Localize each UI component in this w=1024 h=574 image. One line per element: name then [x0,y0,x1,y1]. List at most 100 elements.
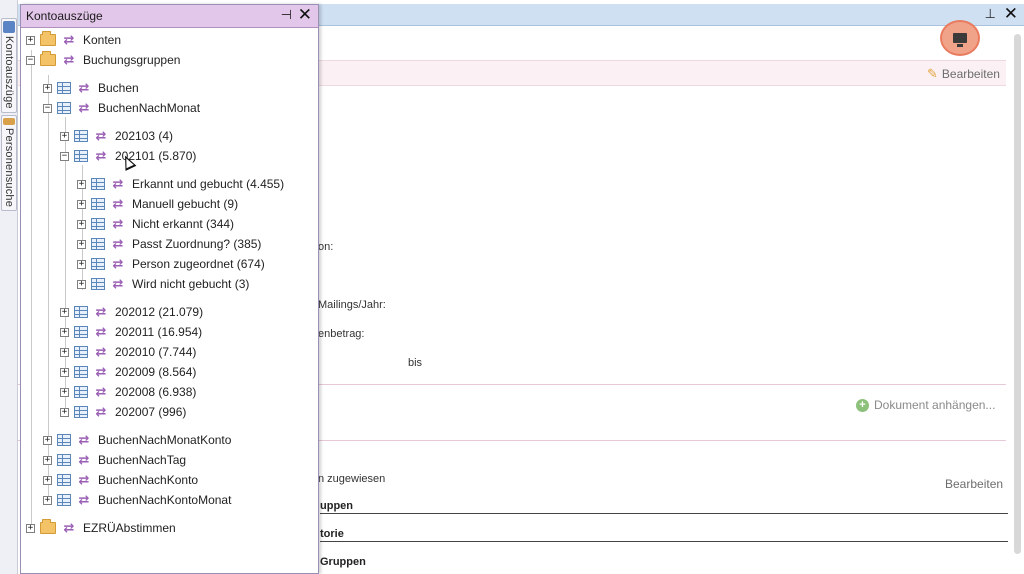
expand-icon[interactable]: + [77,239,86,249]
pin-icon[interactable]: ⊥ [985,6,996,22]
sync-icon: ⇄ [78,472,90,487]
expand-icon[interactable]: + [43,455,52,465]
sync-icon: ⇄ [78,452,90,467]
tree-label: Buchungsgruppen [83,53,181,67]
tree-node-passt-zuordnung[interactable]: + ⇄ Passt Zuordnung? (385) [77,235,261,253]
sync-icon: ⇄ [95,148,107,163]
expand-icon[interactable]: + [60,407,69,417]
section-gruppen-partial: uppen [320,500,353,512]
sync-icon: ⇄ [95,384,107,399]
tree-node-202009[interactable]: + ⇄ 202009 (8.564) [60,363,196,381]
sync-icon: ⇄ [63,32,75,47]
grid-icon [91,198,105,210]
tree-label: 202007 (996) [115,405,187,419]
pencil-icon: ✎ [927,66,938,81]
dock-strip: Kontoauszüge Personensuche [0,0,18,574]
collapse-icon[interactable]: − [26,55,35,65]
tree-label: Erkannt und gebucht (4.455) [132,177,285,191]
expand-icon[interactable]: + [26,35,35,45]
tree-node-202007[interactable]: + ⇄ 202007 (996) [60,403,186,421]
tree-node-buchen-nach-konto-monat[interactable]: + ⇄ BuchenNachKontoMonat [43,491,231,509]
expand-icon[interactable]: + [43,435,52,445]
sync-icon: ⇄ [112,196,124,211]
close-icon[interactable]: ✕ [298,5,312,25]
dock-tab-personensuche[interactable]: Personensuche [1,115,17,211]
panel-title: Kontoauszüge [26,9,103,23]
tree-label: Person zugeordnet (674) [132,257,265,271]
close-icon[interactable]: ✕ [1004,4,1018,24]
grid-icon [57,102,71,114]
tree-node-buchen-nach-monat-konto[interactable]: + ⇄ BuchenNachMonatKonto [43,431,231,449]
expand-icon[interactable]: + [60,347,69,357]
pin-icon[interactable]: ⊣ [281,7,292,23]
tree-node-202103[interactable]: + ⇄ 202103 (4) [60,127,173,145]
monitor-icon [953,33,967,47]
expand-icon[interactable]: + [26,523,35,533]
dock-tab-kontoauszuege[interactable]: Kontoauszüge [1,18,17,113]
grid-icon [91,278,105,290]
grid-icon [74,150,88,162]
tree-node-buchen-nach-konto[interactable]: + ⇄ BuchenNachKonto [43,471,198,489]
tree-node-202011[interactable]: + ⇄ 202011 (16.954) [60,323,202,341]
tree-node-buchen-nach-monat[interactable]: − ⇄ BuchenNachMonat [43,99,200,117]
grid-icon [74,130,88,142]
record-button[interactable] [940,20,980,56]
person-search-icon [3,118,15,125]
tree-label: Manuell gebucht (9) [132,197,239,211]
attach-document-link[interactable]: + Dokument anhängen... [856,398,995,412]
edit-label: Bearbeiten [941,67,1000,81]
grid-icon [57,454,71,466]
collapse-icon[interactable]: − [60,151,69,161]
folder-icon [40,519,56,534]
expand-icon[interactable]: + [77,259,86,269]
expand-icon[interactable]: + [77,199,86,209]
expand-icon[interactable]: + [77,219,86,229]
tree-label: BuchenNachMonat [98,101,201,115]
expand-icon[interactable]: + [43,495,52,505]
sync-icon: ⇄ [95,344,107,359]
tree-node-nicht-erkannt[interactable]: + ⇄ Nicht erkannt (344) [77,215,234,233]
tree-node-ezru-abstimmen[interactable]: + ⇄ EZRÜAbstimmen [26,519,176,537]
tree-label: Passt Zuordnung? (385) [132,237,262,251]
field-label-on: on: [318,241,334,253]
grid-icon [57,474,71,486]
expand-icon[interactable]: + [43,83,52,93]
dock-tab-label: Kontoauszüge [3,36,15,109]
tree-node-202010[interactable]: + ⇄ 202010 (7.744) [60,343,196,361]
expand-icon[interactable]: + [77,279,86,289]
tree-node-wird-nicht-gebucht[interactable]: + ⇄ Wird nicht gebucht (3) [77,275,249,293]
expand-icon[interactable]: + [60,367,69,377]
field-label-betrag: enbetrag: [318,328,365,340]
tree-node-konten[interactable]: + ⇄ Konten [26,31,121,49]
grid-icon [91,218,105,230]
expand-icon[interactable]: + [77,179,86,189]
grid-icon [57,82,71,94]
scrollbar-thumb[interactable] [1014,34,1021,554]
edit-link-top[interactable]: ✎ Bearbeiten [927,66,1000,82]
sync-icon: ⇄ [112,276,124,291]
expand-icon[interactable]: + [60,387,69,397]
sync-icon: ⇄ [112,176,124,191]
sync-icon: ⇄ [95,324,107,339]
edit-link-bottom[interactable]: Bearbeiten [945,477,1003,491]
tree-node-buchen[interactable]: + ⇄ Buchen [43,79,139,97]
grid-icon [74,406,88,418]
panel-header: Kontoauszüge ⊣ ✕ [21,5,318,28]
expand-icon[interactable]: + [43,475,52,485]
tree-label: Buchen [98,81,139,95]
tree-label: BuchenNachKontoMonat [98,493,232,507]
tree-node-buchen-nach-tag[interactable]: + ⇄ BuchenNachTag [43,451,186,469]
tree-node-buchungsgruppen[interactable]: − ⇄ Buchungsgruppen [26,51,180,69]
tree-node-erkannt[interactable]: + ⇄ Erkannt und gebucht (4.455) [77,175,284,193]
section-gruppen: Gruppen [320,556,366,568]
expand-icon[interactable]: + [60,307,69,317]
sync-icon: ⇄ [78,492,90,507]
expand-icon[interactable]: + [60,131,69,141]
vertical-scrollbar[interactable] [1014,34,1022,554]
collapse-icon[interactable]: − [43,103,52,113]
tree-node-202012[interactable]: + ⇄ 202012 (21.079) [60,303,203,321]
expand-icon[interactable]: + [60,327,69,337]
tree-node-202008[interactable]: + ⇄ 202008 (6.938) [60,383,196,401]
tree-node-manuell[interactable]: + ⇄ Manuell gebucht (9) [77,195,238,213]
tree-node-person-zugeordnet[interactable]: + ⇄ Person zugeordnet (674) [77,255,265,273]
